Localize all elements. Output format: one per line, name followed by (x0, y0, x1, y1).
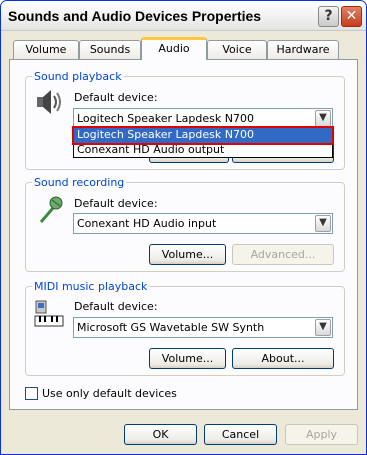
cancel-button[interactable]: Cancel (204, 424, 277, 445)
ok-button[interactable]: OK (124, 424, 197, 445)
tab-hardware[interactable]: Hardware (267, 40, 339, 59)
use-default-devices-label: Use only default devices (42, 387, 177, 400)
tab-strip: Volume Sounds Audio Voice Hardware (1, 37, 366, 60)
tab-volume[interactable]: Volume (13, 40, 79, 59)
recording-volume-button[interactable]: Volume... (149, 244, 226, 265)
recording-device-label: Default device: (74, 197, 158, 210)
use-default-devices-checkbox[interactable] (25, 387, 38, 400)
midi-playback-label: MIDI music playback (32, 280, 150, 293)
midi-volume-button[interactable]: Volume... (149, 348, 226, 369)
midi-device-label: Default device: (74, 300, 158, 313)
playback-device-value: Logitech Speaker Lapdesk N700 (77, 112, 254, 125)
dropdown-option[interactable]: Logitech Speaker Lapdesk N700 (72, 126, 334, 145)
midi-device-select[interactable]: Microsoft GS Wavetable SW Synth ▼ (73, 317, 333, 338)
tab-voice[interactable]: Voice (207, 40, 267, 59)
midi-keyboard-icon (34, 300, 64, 327)
speaker-icon (37, 90, 61, 114)
help-button[interactable]: ? (318, 6, 339, 27)
recording-advanced-button[interactable]: Advanced... (232, 244, 334, 265)
window-title: Sounds and Audio Devices Properties (8, 8, 262, 24)
sound-recording-label: Sound recording (32, 176, 127, 189)
midi-device-value: Microsoft GS Wavetable SW Synth (77, 321, 265, 334)
apply-button[interactable]: Apply (285, 424, 358, 445)
playback-device-label: Default device: (74, 91, 158, 104)
midi-about-button[interactable]: About... (232, 348, 334, 369)
chevron-down-icon[interactable]: ▼ (315, 215, 331, 232)
playback-device-dropdown[interactable]: Logitech Speaker Lapdesk N700 Conexant H… (72, 126, 334, 158)
properties-window: Sounds and Audio Devices Properties ? ✕ … (0, 0, 367, 455)
recording-device-value: Conexant HD Audio input (77, 217, 217, 230)
sound-playback-label: Sound playback (32, 70, 124, 83)
chevron-down-icon[interactable]: ▼ (315, 319, 331, 336)
microphone-icon (39, 196, 63, 223)
tab-audio[interactable]: Audio (141, 37, 207, 60)
chevron-down-icon[interactable]: ▼ (315, 110, 331, 127)
title-bar: Sounds and Audio Devices Properties ? ✕ (1, 1, 366, 31)
close-button[interactable]: ✕ (341, 6, 362, 27)
recording-device-select[interactable]: Conexant HD Audio input ▼ (73, 213, 333, 234)
dropdown-option[interactable]: Conexant HD Audio output (74, 143, 332, 158)
tab-sounds[interactable]: Sounds (79, 40, 141, 59)
